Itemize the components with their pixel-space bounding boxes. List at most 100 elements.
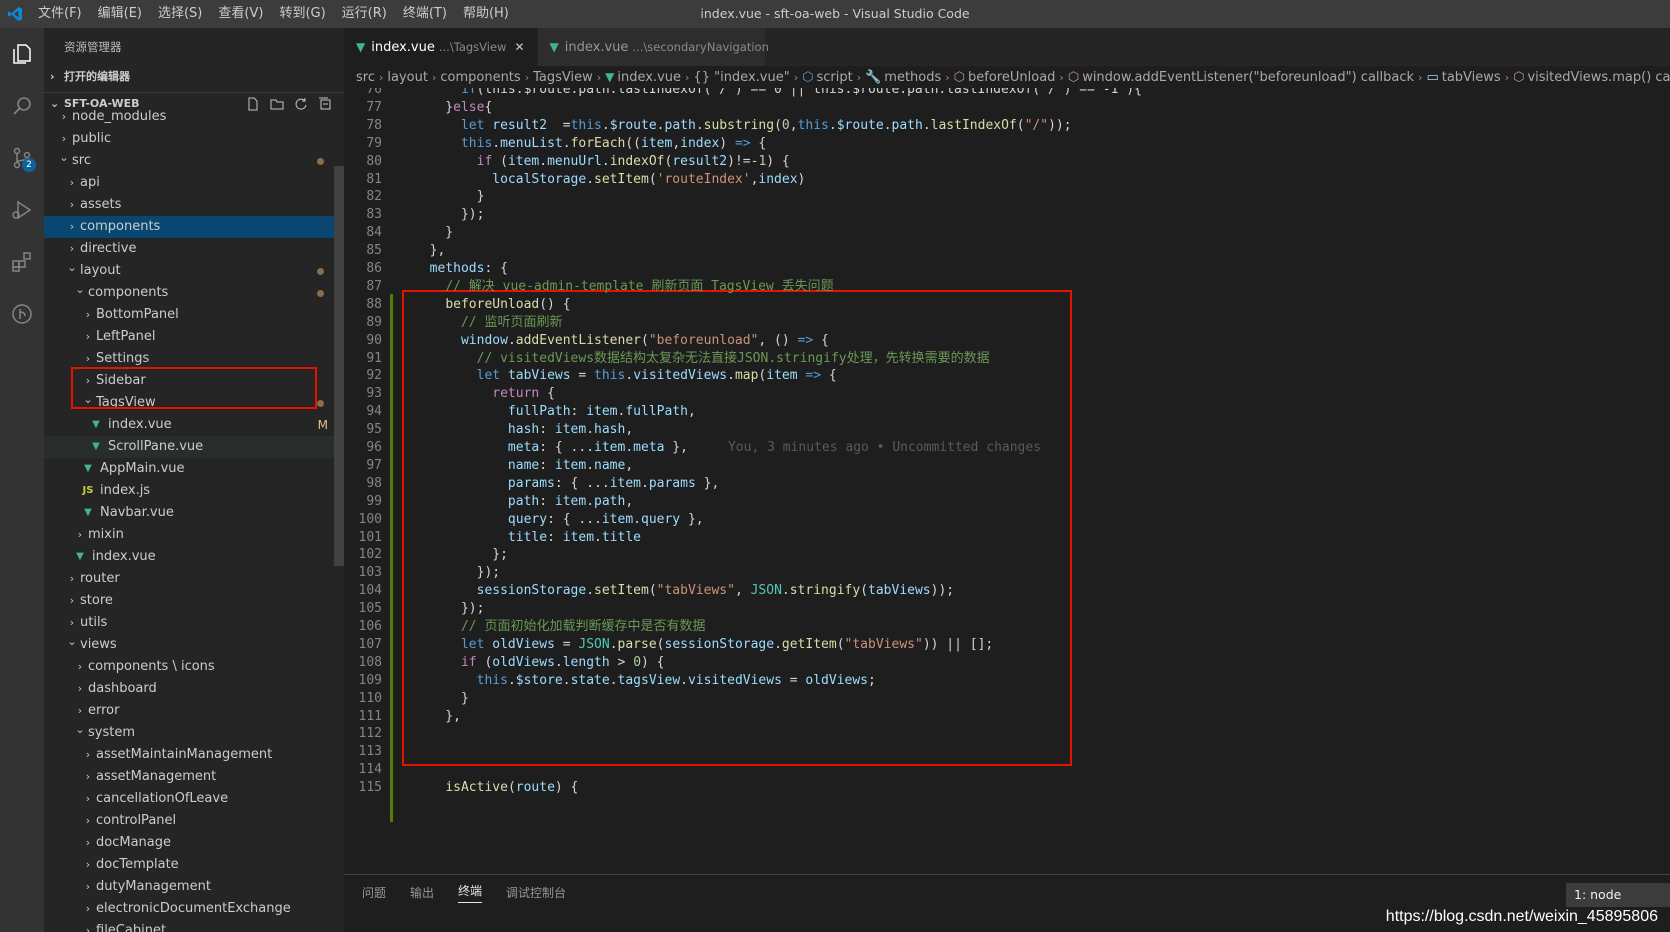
code-line: 82 } (344, 187, 1670, 206)
tree-item[interactable]: ▼ AppMain.vue (44, 458, 344, 480)
chevron-right-icon: › (69, 176, 75, 189)
menu-item[interactable]: 查看(V) (210, 0, 271, 28)
tree-item-label: dashboard (88, 681, 157, 696)
tree-item[interactable]: › components (44, 216, 344, 238)
panel-tab[interactable]: 终端 (458, 882, 483, 903)
tree-item[interactable]: › cancellationOfLeave (44, 788, 344, 810)
breadcrumb-item[interactable]: script (816, 70, 852, 85)
tree-item[interactable]: › BottomPanel (44, 304, 344, 326)
tree-item[interactable]: ⌄ src (44, 150, 344, 172)
tree-item[interactable]: JS index.js (44, 480, 344, 502)
run-debug-icon[interactable] (0, 184, 44, 236)
code-text: } (414, 690, 469, 706)
panel-tab[interactable]: 输出 (410, 884, 434, 901)
tree-item[interactable]: › store (44, 590, 344, 612)
source-control-icon[interactable]: 2 (0, 132, 44, 184)
menu-item[interactable]: 选择(S) (150, 0, 210, 28)
breadcrumb-item[interactable]: visitedViews.map() callback (1527, 70, 1670, 85)
chevron-right-icon: › (69, 198, 75, 211)
terminal-select[interactable]: 1: node (1566, 883, 1670, 907)
menu-item[interactable]: 终端(T) (395, 0, 455, 28)
tree-item[interactable]: › router (44, 568, 344, 590)
tree-item[interactable]: › electronicDocumentExchange (44, 898, 344, 920)
vue-file-icon: ▼ (84, 463, 92, 474)
breadcrumb-item[interactable]: tabViews (1442, 70, 1501, 85)
tree-item-label: store (80, 593, 113, 608)
tree-item[interactable]: › docManage (44, 832, 344, 854)
breadcrumb-item[interactable]: components (440, 70, 520, 85)
tree-item[interactable]: › node_modules (44, 106, 344, 128)
tree-item[interactable]: › assets (44, 194, 344, 216)
breadcrumb-item[interactable]: index.vue (617, 70, 681, 85)
tree-item[interactable]: › mixin (44, 524, 344, 546)
tree-item[interactable]: › docTemplate (44, 854, 344, 876)
code-text: }); (414, 565, 501, 581)
breadcrumb-item[interactable]: src (356, 70, 375, 85)
tree-item[interactable]: ⌄ system (44, 722, 344, 744)
code-line: 92 let tabViews = this.visitedViews.map(… (344, 366, 1670, 385)
tree-item-label: directive (80, 241, 137, 256)
line-number: 110 (358, 690, 382, 706)
code-line: 111 }, (344, 707, 1670, 726)
line-number: 95 (366, 422, 382, 438)
breadcrumb-item[interactable]: beforeUnload (968, 70, 1055, 85)
breadcrumb-item[interactable]: layout (387, 70, 428, 85)
sidebar-scrollbar[interactable] (334, 166, 344, 566)
tree-item[interactable]: ▼ index.vue M (44, 414, 344, 436)
search-icon[interactable] (0, 80, 44, 132)
tree-item[interactable]: › api (44, 172, 344, 194)
explorer-icon[interactable] (0, 28, 44, 80)
line-number: 78 (366, 117, 382, 133)
line-number: 111 (358, 708, 382, 724)
panel-tab[interactable]: 调试控制台 (506, 884, 566, 901)
chevron-right-icon: › (85, 902, 91, 915)
code-line: 102 }; (344, 545, 1670, 564)
close-icon[interactable]: ✕ (514, 40, 524, 54)
chevron-right-icon: › (50, 70, 55, 83)
extensions-icon[interactable] (0, 236, 44, 288)
tree-item[interactable]: › utils (44, 612, 344, 634)
tree-item[interactable]: ⌄ components (44, 282, 344, 304)
code-line: 112 (344, 724, 1670, 743)
tree-item[interactable]: ▼ Navbar.vue (44, 502, 344, 524)
code-line: 95 hash: item.hash, (344, 420, 1670, 439)
tree-item[interactable]: › LeftPanel (44, 326, 344, 348)
tree-item[interactable]: ▼ ScrollPane.vue (44, 436, 344, 458)
chevron-right-icon: › (69, 220, 75, 233)
tree-item[interactable]: › directive (44, 238, 344, 260)
line-number: 107 (358, 636, 382, 652)
breadcrumb-item[interactable]: {} "index.vue" (693, 70, 789, 85)
method-icon: ⬡ (1513, 69, 1525, 85)
tree-item[interactable]: › dutyManagement (44, 876, 344, 898)
menu-item[interactable]: 文件(F) (30, 0, 90, 28)
tree-item[interactable]: › dashboard (44, 678, 344, 700)
code-text: // 页面初始化加载判断缓存中是否有数据 (460, 619, 706, 634)
code-editor[interactable]: 76 if(this.$route.path.lastIndexOf("/") … (344, 88, 1670, 874)
breadcrumb-item[interactable]: TagsView (533, 70, 593, 85)
tree-item[interactable]: › fileCabinet (44, 920, 344, 932)
open-editors-section[interactable]: › 打开的编辑器 (44, 66, 344, 88)
tree-item[interactable]: › assetMaintainManagement (44, 744, 344, 766)
breadcrumb-item[interactable]: window.addEventListener("beforeunload") … (1082, 70, 1414, 85)
editor-tab[interactable]: ▼ index.vue ...\TagsView ✕ (344, 28, 538, 66)
editor-tab[interactable]: ▼ index.vue ...\secondaryNavigation (537, 28, 769, 66)
tree-item-label: docManage (96, 835, 171, 850)
tree-item[interactable]: ⌄ layout (44, 260, 344, 282)
menu-item[interactable]: 运行(R) (334, 0, 395, 28)
menu-item[interactable]: 编辑(E) (90, 0, 150, 28)
modified-dot-icon (317, 400, 324, 407)
tree-item[interactable]: ▼ index.vue (44, 546, 344, 568)
panel-tab[interactable]: 问题 (362, 884, 386, 901)
tree-item[interactable]: › public (44, 128, 344, 150)
menu-item[interactable]: 转到(G) (271, 0, 333, 28)
git-graph-icon[interactable] (0, 288, 44, 340)
tree-item[interactable]: ⌄ views (44, 634, 344, 656)
git-blame-annotation: You, 3 minutes ago • Uncommitted changes (727, 440, 1042, 455)
tree-item[interactable]: › components \ icons (44, 656, 344, 678)
tree-item[interactable]: › assetManagement (44, 766, 344, 788)
code-text: isActive(route) { (445, 780, 579, 796)
menu-item[interactable]: 帮助(H) (455, 0, 517, 28)
breadcrumb-item[interactable]: methods (884, 70, 941, 85)
tree-item[interactable]: › error (44, 700, 344, 722)
tree-item[interactable]: › controlPanel (44, 810, 344, 832)
